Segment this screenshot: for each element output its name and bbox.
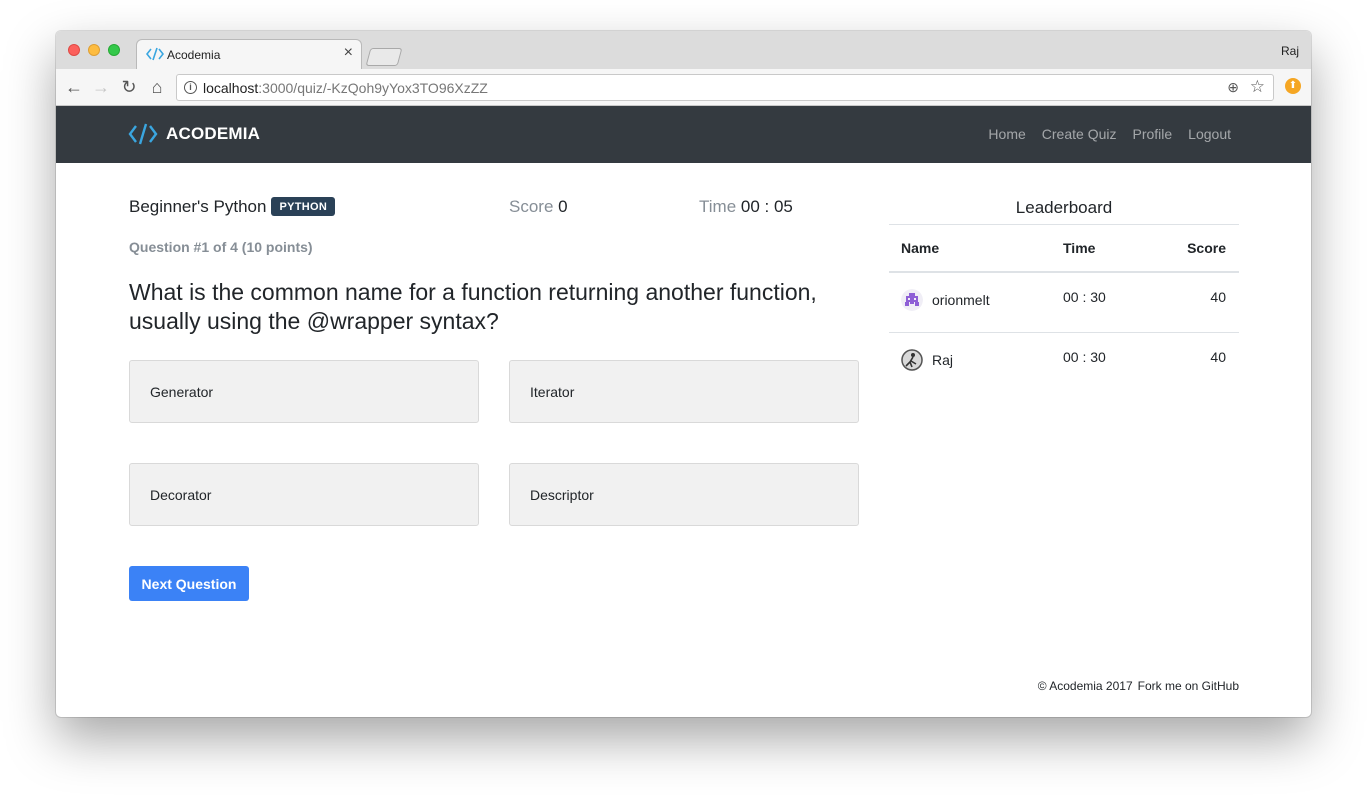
score-display: Score 0 <box>509 197 568 217</box>
close-window-button[interactable] <box>68 44 80 56</box>
leaderboard-header-row: Name Time Score <box>889 225 1239 273</box>
maximize-window-button[interactable] <box>108 44 120 56</box>
minimize-window-button[interactable] <box>88 44 100 56</box>
nav-create-quiz-link[interactable]: Create Quiz <box>1042 126 1117 142</box>
zoom-icon[interactable]: ⊕ <box>1227 79 1239 96</box>
header-score: Score <box>1187 240 1226 256</box>
browser-profile-name[interactable]: Raj <box>1281 44 1299 58</box>
player-time: 00 : 30 <box>1063 349 1106 365</box>
score-value: 0 <box>558 197 568 216</box>
nav-logout-link[interactable]: Logout <box>1188 126 1231 142</box>
leaderboard-row: orionmelt 00 : 30 40 <box>889 273 1239 333</box>
next-question-button[interactable]: Next Question <box>129 566 249 601</box>
reload-icon[interactable]: ↻ <box>119 77 139 97</box>
player-score: 40 <box>1210 289 1226 305</box>
photo-avatar-icon <box>901 349 923 371</box>
answer-option-decorator[interactable]: Decorator <box>129 463 479 526</box>
tab-title: Acodemia <box>167 48 221 62</box>
player-score: 40 <box>1210 349 1226 365</box>
nav-home-link[interactable]: Home <box>988 126 1025 142</box>
brand-name[interactable]: ACODEMIA <box>166 124 260 144</box>
extension-icon[interactable]: ⬆ <box>1285 78 1301 94</box>
score-label: Score <box>509 197 554 216</box>
time-value: 00 : 05 <box>740 197 793 216</box>
question-text: What is the common name for a function r… <box>129 279 817 334</box>
browser-tab[interactable]: Acodemia × <box>136 39 362 69</box>
header-time: Time <box>1063 240 1096 256</box>
leaderboard: Leaderboard Name Time Score orionmelt 00… <box>889 191 1239 392</box>
player-time: 00 : 30 <box>1063 289 1106 305</box>
home-icon[interactable]: ⌂ <box>147 77 167 97</box>
browser-toolbar: ← → ↻ ⌂ i localhost:3000/quiz/-KzQoh9yYo… <box>56 69 1311 106</box>
browser-window: Acodemia × Raj ← → ↻ ⌂ i localhost:3000/… <box>56 31 1311 717</box>
url-text[interactable]: localhost:3000/quiz/-KzQoh9yYox3TO96XzZZ <box>203 80 488 96</box>
answer-option-generator[interactable]: Generator <box>129 360 479 423</box>
leaderboard-row: Raj 00 : 30 40 <box>889 333 1239 392</box>
code-icon <box>146 47 164 61</box>
back-arrow-icon[interactable]: ← <box>64 77 84 97</box>
url-host: localhost <box>203 80 259 96</box>
pixel-invader-avatar-icon <box>901 289 923 311</box>
player-name[interactable]: Raj <box>932 352 953 368</box>
bookmark-star-icon[interactable]: ☆ <box>1250 77 1265 97</box>
footer: © Acodemia 2017 Fork me on GitHub <box>1038 679 1239 693</box>
time-label: Time <box>699 197 737 216</box>
nav-links: Home Create Quiz Profile Logout <box>988 126 1231 142</box>
app-navbar: ACODEMIA Home Create Quiz Profile Logout <box>56 106 1311 163</box>
main-content: Beginner's Python PYTHON Score 0 Time 00 … <box>56 163 1311 717</box>
address-bar[interactable]: i localhost:3000/quiz/-KzQoh9yYox3TO96Xz… <box>176 74 1274 101</box>
quiz-title: Beginner's Python PYTHON <box>129 197 336 217</box>
answer-option-iterator[interactable]: Iterator <box>509 360 859 423</box>
new-tab-button[interactable] <box>365 48 403 66</box>
player-name[interactable]: orionmelt <box>932 292 990 308</box>
code-brackets-logo-icon[interactable] <box>128 123 158 145</box>
answer-option-descriptor[interactable]: Descriptor <box>509 463 859 526</box>
close-tab-icon[interactable]: × <box>344 44 353 62</box>
info-icon[interactable]: i <box>184 81 197 94</box>
quiz-title-text: Beginner's Python <box>129 197 267 216</box>
forward-arrow-icon[interactable]: → <box>91 77 111 97</box>
copyright-text: © Acodemia 2017 <box>1037 679 1133 693</box>
question-meta: Question #1 of 4 (10 points) <box>129 239 313 255</box>
time-display: Time 00 : 05 <box>699 197 793 217</box>
url-path: :3000/quiz/-KzQoh9yYox3TO96XzZZ <box>258 80 488 96</box>
github-link[interactable]: Fork me on GitHub <box>1138 679 1239 693</box>
nav-profile-link[interactable]: Profile <box>1132 126 1172 142</box>
leaderboard-title: Leaderboard <box>889 191 1239 225</box>
header-name: Name <box>901 240 940 256</box>
category-badge: PYTHON <box>271 197 336 216</box>
tab-strip: Acodemia × Raj <box>56 31 1311 69</box>
